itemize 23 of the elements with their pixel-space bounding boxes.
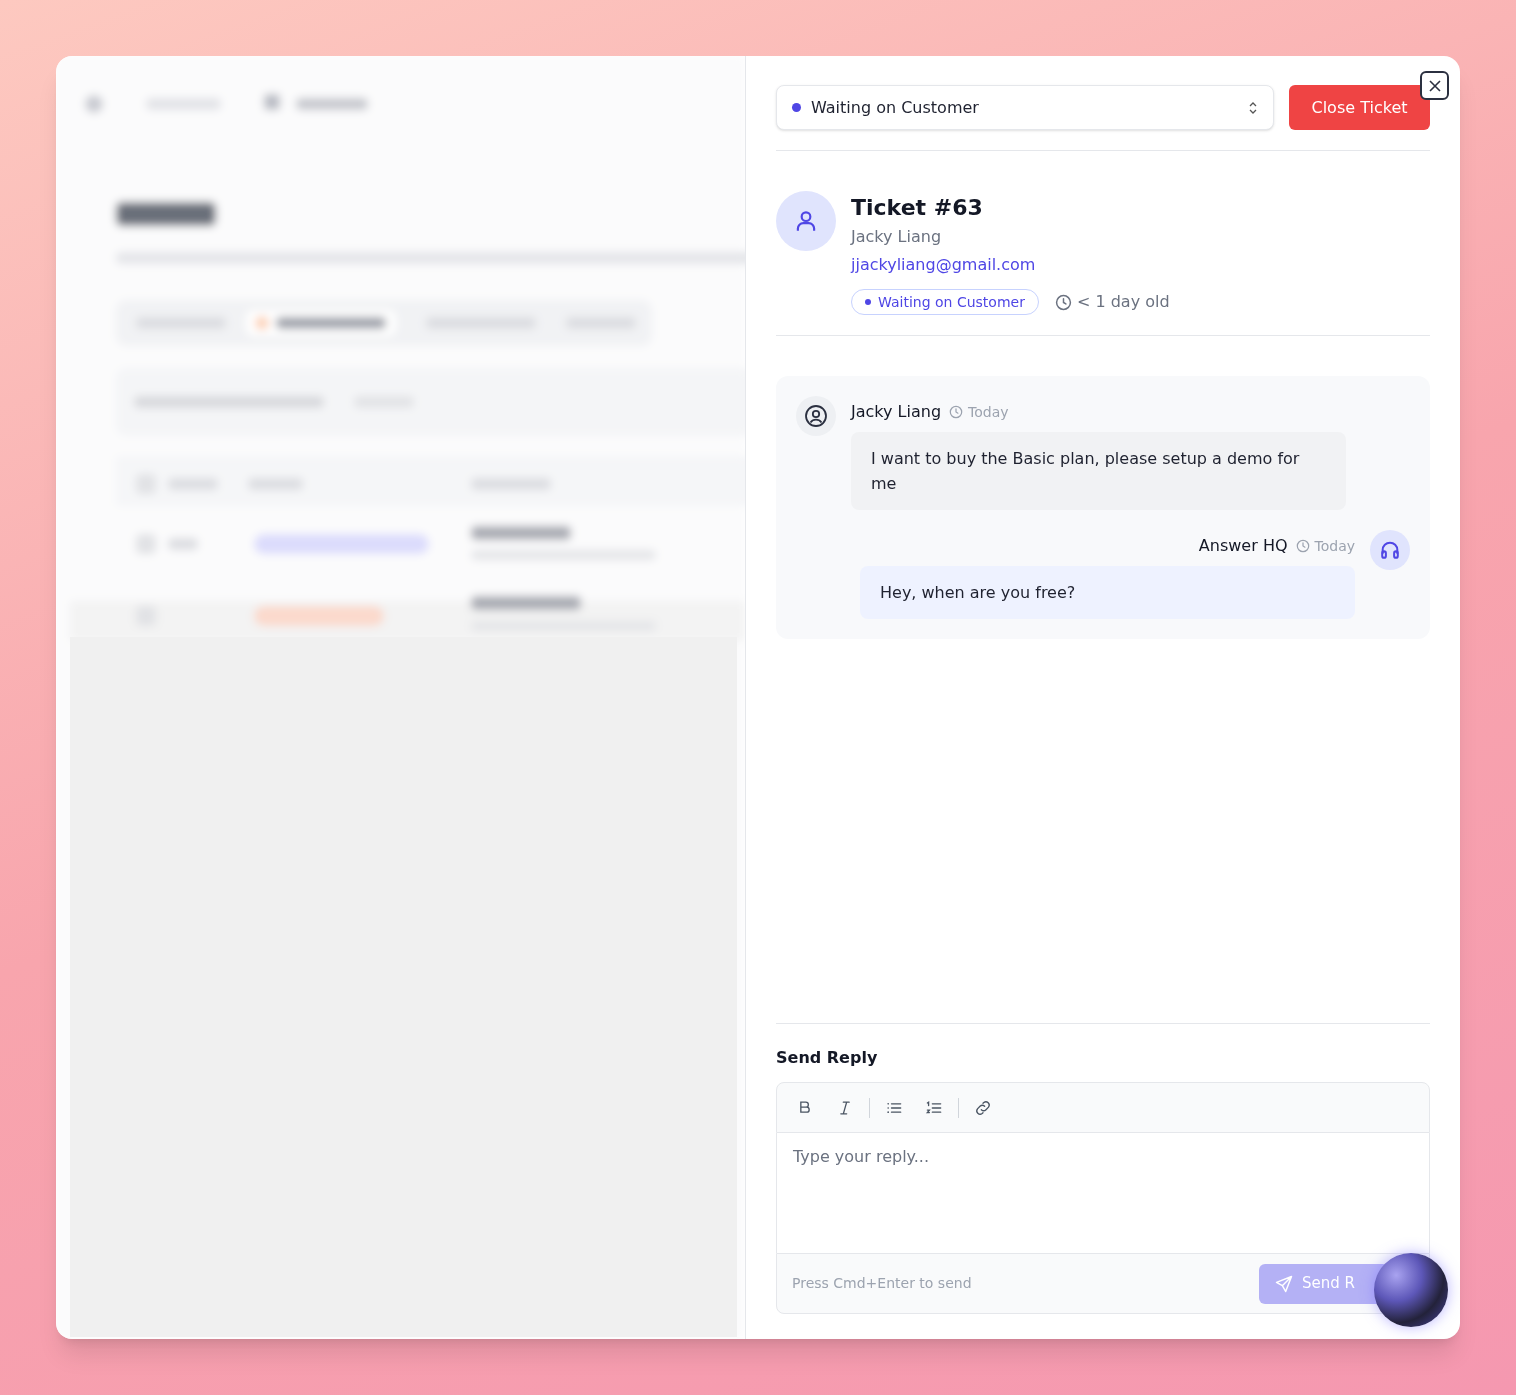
user-avatar-icon bbox=[796, 396, 836, 436]
status-select[interactable]: Waiting on Customer bbox=[776, 85, 1274, 130]
chevron-updown-icon bbox=[1248, 100, 1258, 115]
message-time: Today bbox=[1314, 536, 1355, 556]
headset-avatar-icon bbox=[1370, 530, 1410, 570]
ticket-age: < 1 day old bbox=[1076, 291, 1170, 313]
message-bubble: Hey, when are you free? bbox=[860, 566, 1355, 619]
send-hint: Press Cmd+Enter to send bbox=[792, 1274, 972, 1293]
reply-heading: Send Reply bbox=[776, 1047, 879, 1069]
author-name: Jacky Liang bbox=[851, 401, 942, 423]
close-ticket-button[interactable]: Close Ticket bbox=[1289, 85, 1430, 130]
close-icon[interactable] bbox=[1420, 71, 1449, 100]
send-icon bbox=[1274, 1273, 1294, 1294]
message-time: Today bbox=[968, 402, 1009, 422]
clock-icon bbox=[1295, 539, 1310, 553]
email-link[interactable]: jjackyliang@gmail.com bbox=[851, 251, 1170, 279]
message-bubble: I want to buy the Basic plan, please setup a demo for me bbox=[851, 432, 1346, 510]
customer-name: Jacky Liang bbox=[851, 226, 943, 248]
clock-icon bbox=[1054, 293, 1072, 311]
chat-launcher-button[interactable] bbox=[1374, 1253, 1448, 1327]
clock-icon bbox=[949, 405, 964, 419]
author-name: Answer HQ bbox=[1198, 535, 1288, 557]
ticket-title: Ticket #63 bbox=[851, 194, 984, 222]
